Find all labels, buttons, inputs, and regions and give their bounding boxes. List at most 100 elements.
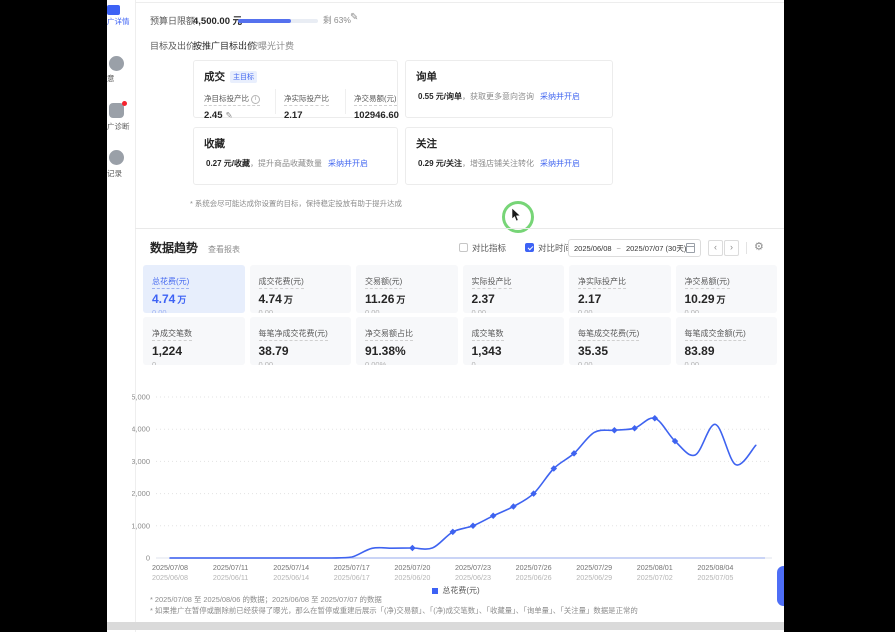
goal-metric-divider	[275, 89, 276, 114]
goal-card-desc-text: ，增强店铺关注转化	[462, 159, 534, 168]
metric-label: 净交易额占比	[365, 328, 413, 341]
x-tick-label-compare: 2025/06/29	[576, 573, 612, 582]
y-tick-label: 4,000	[132, 425, 150, 434]
metric-compare-value: 0.00	[472, 308, 556, 313]
sidebar-item-3-label[interactable]: 记录	[107, 168, 134, 179]
x-tick-label-compare: 2025/06/08	[152, 573, 188, 582]
goal-metric-value: 2.17	[284, 110, 337, 121]
adopt-enable-link[interactable]: 采纳并开启	[540, 92, 580, 101]
sidebar-item-1-label[interactable]: 意	[107, 73, 134, 84]
compare-time-checkbox[interactable]	[525, 243, 534, 252]
sidebar-item-2-label[interactable]: 广诊断	[107, 121, 134, 132]
metric-value: 2.37	[472, 292, 556, 306]
metric-card-0[interactable]: 总花费(元)4.74万0.00	[143, 265, 245, 313]
goal-card-1[interactable]: 询单0.55 元/询单，获取更多意向咨询采纳并开启	[405, 60, 613, 118]
metric-card-10[interactable]: 每笔成交花费(元)35.350.00	[569, 317, 671, 365]
calendar-icon	[686, 243, 695, 253]
date-prev-button[interactable]: ‹	[708, 240, 723, 256]
x-tick-label-current: 2025/07/11	[213, 563, 248, 572]
metric-card-11[interactable]: 每笔成交金额(元)83.890.00	[676, 317, 778, 365]
info-icon[interactable]: i	[251, 95, 260, 104]
metric-compare-value: 0.00%	[365, 360, 449, 365]
goal-metrics-row: 净目标投产比i2.45✎净实际投产比2.17净交易额(元)102946.60	[204, 88, 393, 121]
metric-compare-value: 0	[152, 360, 236, 365]
metric-card-4[interactable]: 净实际投产比2.170.00	[569, 265, 671, 313]
x-tick-label-current: 2025/07/23	[455, 563, 491, 572]
bidding-option-goal[interactable]: 按推广目标出价	[193, 39, 256, 52]
goal-card-price: 0.29 元/关注	[418, 159, 462, 168]
notification-dot	[122, 101, 127, 106]
metric-card-6[interactable]: 净成交笔数1,2240	[143, 317, 245, 365]
x-tick-label-compare: 2025/06/26	[516, 573, 552, 582]
date-range-separator: ~	[617, 244, 621, 253]
content-top-border	[135, 2, 784, 3]
data-point-marker	[409, 545, 416, 552]
budget-label: 预算日限额:	[150, 14, 198, 27]
goal-metric-value: 102946.60	[354, 110, 399, 121]
edit-value-pencil-icon[interactable]: ✎	[226, 110, 233, 120]
metric-compare-value: 0.00	[578, 308, 662, 313]
metric-card-1[interactable]: 成交花费(元)4.74万0.00	[250, 265, 352, 313]
x-tick-label-current: 2025/08/04	[697, 563, 733, 572]
x-tick-label-current: 2025/07/29	[576, 563, 612, 572]
goal-metric-label: 净交易额(元)	[354, 93, 397, 106]
metric-value: 35.35	[578, 344, 662, 358]
x-tick-label-current: 2025/07/08	[152, 563, 188, 572]
compare-metric-label: 对比指标	[472, 242, 506, 254]
metric-card-7[interactable]: 每笔净成交花费(元)38.790.00	[250, 317, 352, 365]
gear-icon[interactable]: ⚙	[754, 240, 764, 253]
sidebar-item-0-label[interactable]: 广详情	[107, 16, 134, 27]
goal-card-0[interactable]: 成交主目标净目标投产比i2.45✎净实际投产比2.17净交易额(元)102946…	[193, 60, 398, 118]
goal-metric-label: 净实际投产比	[284, 93, 329, 106]
app-window: 广详情意广诊断记录 预算日限额: 4,500.00 元 剩 63% ✎ 目标及出…	[107, 0, 784, 632]
x-tick-label-current: 2025/08/01	[637, 563, 673, 572]
trend-metric-grid: 总花费(元)4.74万0.00成交花费(元)4.74万0.00交易额(元)11.…	[143, 265, 777, 365]
metric-card-5[interactable]: 净交易额(元)10.29万0.00	[676, 265, 778, 313]
x-tick-label-current: 2025/07/17	[334, 563, 370, 572]
y-tick-label: 1,000	[132, 521, 150, 530]
metric-card-9[interactable]: 成交笔数1,3430	[463, 317, 565, 365]
goal-card-title: 成交主目标	[204, 69, 257, 84]
data-point-marker	[631, 425, 638, 432]
goal-card-desc: 0.29 元/关注，增强店铺关注转化采纳并开启	[418, 158, 606, 169]
date-next-button[interactable]: ›	[724, 240, 739, 256]
metric-label: 成交花费(元)	[259, 276, 304, 289]
bidding-option-exposure[interactable]: 按曝光计费	[249, 39, 294, 52]
data-point-marker	[470, 523, 477, 530]
sidebar-item-0-icon[interactable]	[107, 5, 120, 15]
sidebar-item-1-icon[interactable]	[109, 56, 124, 71]
x-tick-label-compare: 2025/06/20	[394, 573, 430, 582]
date-range-start: 2025/06/08	[574, 244, 612, 253]
floating-side-handle[interactable]	[777, 566, 784, 606]
screen: 广详情意广诊断记录 预算日限额: 4,500.00 元 剩 63% ✎ 目标及出…	[0, 0, 895, 632]
metric-card-2[interactable]: 交易额(元)11.26万0.00	[356, 265, 458, 313]
metric-unit: 万	[177, 295, 186, 305]
adopt-enable-link[interactable]: 采纳并开启	[328, 159, 368, 168]
goal-card-3[interactable]: 关注0.29 元/关注，增强店铺关注转化采纳并开启	[405, 127, 613, 185]
sidebar-item-3-icon[interactable]	[109, 150, 124, 165]
metric-card-8[interactable]: 净交易额占比91.38%0.00%	[356, 317, 458, 365]
goal-card-2[interactable]: 收藏0.27 元/收藏，提升商品收藏数量采纳并开启	[193, 127, 398, 185]
x-tick-label-compare: 2025/07/02	[637, 573, 673, 582]
budget-edit-pencil-icon[interactable]: ✎	[350, 12, 358, 23]
x-tick-label-compare: 2025/06/17	[334, 573, 370, 582]
date-range-input[interactable]: 2025/06/08 ~ 2025/07/07 (30天)	[568, 239, 701, 257]
horizontal-scrollbar[interactable]	[107, 622, 784, 630]
x-tick-label-current: 2025/07/20	[394, 563, 430, 572]
chart-svg: 01,0002,0003,0004,0005,0002025/07/082025…	[132, 383, 780, 585]
metric-value: 10.29万	[685, 292, 769, 306]
metric-label: 成交笔数	[472, 328, 504, 341]
metric-label: 交易额(元)	[365, 276, 402, 289]
goal-card-desc: 0.55 元/询单，获取更多意向咨询采纳并开启	[418, 91, 606, 102]
controls-divider	[746, 242, 747, 254]
metric-value: 4.74万	[152, 292, 236, 306]
metric-label: 每笔成交花费(元)	[578, 328, 639, 341]
trend-section-title: 数据趋势	[150, 239, 198, 256]
adopt-enable-link[interactable]: 采纳并开启	[540, 159, 580, 168]
date-range-end: 2025/07/07 (30天)	[626, 243, 686, 254]
metric-value: 1,343	[472, 344, 556, 358]
x-tick-label-compare: 2025/06/11	[213, 573, 248, 582]
view-report-link[interactable]: 查看报表	[208, 244, 240, 255]
metric-card-3[interactable]: 实际投产比2.370.00	[463, 265, 565, 313]
compare-metric-checkbox[interactable]	[459, 243, 468, 252]
